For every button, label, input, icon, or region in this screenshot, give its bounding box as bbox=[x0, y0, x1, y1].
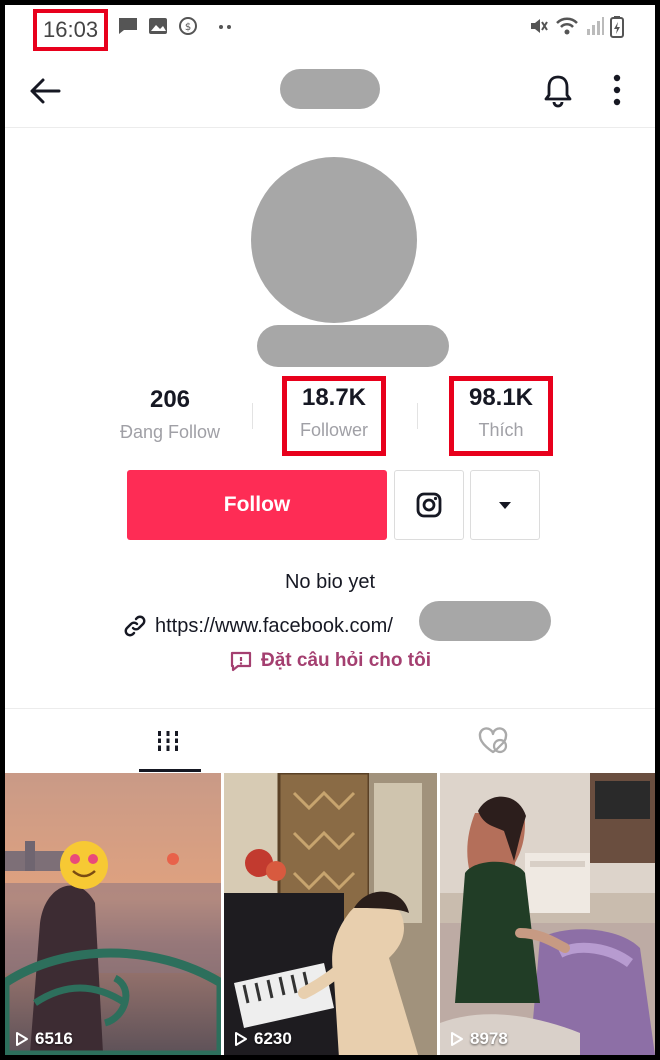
tab-liked[interactable] bbox=[330, 709, 655, 773]
stat-divider bbox=[252, 403, 253, 429]
more-options-button[interactable] bbox=[603, 71, 631, 109]
status-bar: 16:03 $ bbox=[5, 5, 655, 51]
stat-following[interactable]: 206 Đang Follow bbox=[105, 383, 235, 445]
stat-likes[interactable]: 98.1K Thích bbox=[449, 376, 553, 456]
follow-button[interactable]: Follow bbox=[127, 470, 387, 540]
likes-count: 98.1K bbox=[468, 384, 534, 411]
qa-label: Đặt câu hỏi cho tôi bbox=[261, 650, 431, 671]
link-redacted bbox=[419, 601, 551, 641]
qa-button[interactable]: Đặt câu hỏi cho tôi bbox=[5, 649, 655, 673]
battery-icon bbox=[610, 16, 624, 38]
arrow-left-icon bbox=[30, 78, 61, 104]
instagram-icon bbox=[416, 492, 442, 518]
video-thumbnail[interactable]: 6230 bbox=[224, 773, 437, 1055]
signal-icon bbox=[587, 17, 604, 35]
likes-label: Thích bbox=[478, 420, 524, 440]
following-label: Đang Follow bbox=[119, 422, 221, 442]
caret-down-icon bbox=[499, 502, 511, 509]
bio-text: No bio yet bbox=[284, 571, 376, 593]
mute-icon bbox=[531, 19, 548, 33]
view-count: 6516 bbox=[15, 1029, 73, 1049]
svg-text:$: $ bbox=[185, 22, 191, 33]
sync-icon: $ bbox=[179, 17, 197, 35]
video-grid: 6516 6230 8978 bbox=[5, 773, 655, 1055]
stat-followers[interactable]: 18.7K Follower bbox=[282, 376, 386, 456]
username-redacted bbox=[257, 325, 449, 367]
instagram-button[interactable] bbox=[394, 470, 464, 540]
grid-bars-icon bbox=[155, 731, 180, 751]
image-icon bbox=[149, 18, 167, 34]
video-thumbnail-image bbox=[224, 773, 437, 1055]
content-tabs bbox=[5, 708, 655, 773]
video-thumbnail-image bbox=[5, 773, 221, 1055]
more-notifications-icon bbox=[219, 25, 231, 29]
video-thumbnail-image bbox=[440, 773, 655, 1055]
back-button[interactable] bbox=[25, 71, 65, 111]
status-time: 16:03 bbox=[33, 9, 109, 51]
bell-icon bbox=[544, 75, 572, 108]
play-icon bbox=[451, 1032, 463, 1046]
notification-button[interactable] bbox=[539, 71, 577, 109]
video-thumbnail[interactable]: 8978 bbox=[440, 773, 655, 1055]
question-bubble-icon bbox=[230, 651, 252, 672]
active-tab-indicator bbox=[139, 769, 201, 772]
play-icon bbox=[235, 1032, 247, 1046]
followers-count: 18.7K bbox=[301, 384, 367, 411]
heart-hidden-icon bbox=[478, 727, 507, 754]
stat-divider bbox=[417, 403, 418, 429]
followers-label: Follower bbox=[299, 420, 369, 440]
more-vertical-icon bbox=[613, 74, 621, 106]
suggested-accounts-dropdown[interactable] bbox=[470, 470, 540, 540]
play-icon bbox=[16, 1032, 28, 1046]
following-count: 206 bbox=[149, 386, 191, 413]
profile-link-text[interactable]: https://www.facebook.com/ bbox=[155, 615, 393, 638]
view-count: 6230 bbox=[234, 1029, 292, 1049]
video-thumbnail[interactable]: 6516 bbox=[5, 773, 221, 1055]
profile-link[interactable]: https://www.facebook.com/ bbox=[123, 607, 393, 645]
link-icon bbox=[124, 615, 146, 637]
message-icon bbox=[119, 18, 137, 34]
profile-header bbox=[5, 51, 655, 128]
tab-videos[interactable] bbox=[5, 709, 330, 773]
header-username-redacted bbox=[280, 69, 380, 109]
avatar[interactable] bbox=[251, 157, 417, 323]
view-count: 8978 bbox=[450, 1029, 508, 1049]
wifi-icon bbox=[556, 17, 578, 35]
phone-screen: 16:03 $ 206 Đang Follow 18.7K Follower 9… bbox=[5, 5, 655, 1055]
